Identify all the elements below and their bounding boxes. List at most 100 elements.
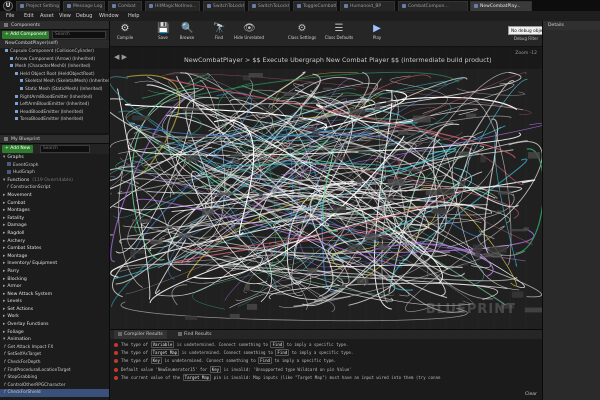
graph-node[interactable] — [258, 191, 263, 196]
graph-node[interactable] — [185, 315, 198, 320]
class-settings-button[interactable]: ⚙ Class Settings — [286, 22, 318, 45]
graph-node[interactable] — [312, 130, 319, 137]
function-category[interactable]: ▸ Movement — [0, 192, 109, 200]
graph-node[interactable] — [162, 226, 173, 229]
graph-node[interactable] — [245, 284, 250, 291]
graph-node[interactable] — [293, 115, 300, 118]
component-row[interactable]: LeftArmBloodEmitter (Inherited) — [0, 101, 109, 109]
graph-node[interactable] — [229, 313, 240, 319]
graph-node[interactable] — [182, 108, 200, 112]
graph-node[interactable] — [189, 134, 207, 138]
component-row[interactable]: TorsoBloodEmitter (Inherited) — [0, 116, 109, 124]
function-category[interactable]: ▸ Fatality — [0, 215, 109, 223]
graph-node[interactable] — [472, 244, 483, 252]
pin-link[interactable]: Find — [270, 341, 285, 348]
function-category[interactable]: ▸ Parry — [0, 268, 109, 276]
graph-node[interactable] — [425, 189, 439, 196]
graph-item[interactable]: HudGraph — [0, 169, 109, 177]
hide-unrelated-button[interactable]: 👁 Hide Unrelated — [232, 22, 266, 45]
graph-node[interactable] — [386, 101, 395, 104]
graph-node[interactable] — [458, 151, 469, 156]
play-button[interactable]: ▶ Play — [366, 22, 388, 45]
tab-0[interactable]: Project Settings — [16, 1, 60, 11]
menu-view[interactable]: View — [59, 11, 71, 21]
function-category[interactable]: ▸ Inventory/ Equipment — [0, 260, 109, 268]
clear-button[interactable]: Clear — [525, 392, 537, 397]
function-category[interactable]: ▸ Montages — [0, 207, 109, 215]
component-row[interactable]: Held Object Root (HeldObjectRoot) — [0, 71, 109, 79]
engine-logo-icon[interactable]: U — [3, 1, 13, 11]
graph-node[interactable] — [307, 267, 317, 274]
function-item[interactable]: f ConstructionScript — [0, 184, 109, 192]
pin-link[interactable]: Key — [209, 365, 222, 373]
graph-node[interactable] — [496, 210, 503, 213]
menu-asset[interactable]: Asset — [40, 11, 54, 21]
compile-button[interactable]: ⚙ Compile — [112, 22, 138, 45]
function-category[interactable]: ▸ Overlay Functions — [0, 321, 109, 329]
add-new-button[interactable]: + Add New — [2, 145, 34, 153]
graph-node[interactable] — [153, 227, 158, 231]
function-category[interactable]: ▸ Levels — [0, 298, 109, 306]
pin-link[interactable]: Key — [150, 357, 162, 365]
function-category[interactable]: ▸ Armor — [0, 283, 109, 291]
my-blueprint-search-input[interactable]: Search — [40, 145, 90, 153]
graph-node[interactable] — [483, 252, 502, 258]
tab-2[interactable]: Combat — [108, 1, 142, 11]
component-row[interactable]: RightArmBloodEmitter (Inherited) — [0, 94, 109, 102]
graph-node[interactable] — [433, 209, 447, 215]
functions-category[interactable]: ▾ Functions (119 Overridable) — [0, 177, 109, 185]
animation-function-item[interactable]: f ControlOtherRPGCharacter — [0, 382, 109, 390]
graph-node[interactable] — [523, 227, 529, 231]
event-graph-canvas[interactable]: ◀ ▶ NewCombatPlayer > $$ Execute Ubergra… — [110, 47, 542, 329]
function-category[interactable]: ▾ Animation — [0, 336, 109, 344]
function-category[interactable]: ▸ Combat States — [0, 245, 109, 253]
tab-7[interactable]: Humanoid_BP — [340, 1, 395, 11]
graph-node[interactable] — [232, 160, 240, 163]
menu-debug[interactable]: Debug — [76, 11, 92, 21]
browse-button[interactable]: 🔍 Browse — [176, 22, 198, 45]
graph-node[interactable] — [463, 262, 468, 266]
graph-node[interactable] — [322, 87, 332, 90]
function-category[interactable]: ▸ Montage — [0, 253, 109, 261]
graph-node[interactable] — [436, 188, 455, 196]
graph-node[interactable] — [347, 244, 363, 251]
component-row[interactable]: HeadBloodEmitter (Inherited) — [0, 109, 109, 117]
pin-link[interactable]: Target Map — [150, 349, 180, 357]
tab-6[interactable]: ToggleCombatM... — [293, 1, 337, 11]
graph-node[interactable] — [413, 115, 431, 123]
tab-8[interactable]: CombatCompon... — [398, 1, 468, 11]
find-button[interactable]: 🔭 Find — [208, 22, 230, 45]
graph-nav-arrows-icon[interactable]: ◀ ▶ — [114, 53, 127, 61]
graph-node[interactable] — [158, 142, 166, 146]
graph-node[interactable] — [246, 303, 258, 310]
component-row[interactable]: Static Mesh (StaticMesh) (Inherited) — [0, 86, 109, 94]
component-row[interactable]: Skeletal Mesh (SkeletalMesh) (Inherited) — [0, 78, 109, 86]
graph-node[interactable] — [407, 168, 423, 172]
function-category[interactable]: ▸ Combat — [0, 200, 109, 208]
graph-node[interactable] — [527, 152, 540, 159]
graph-node[interactable] — [339, 285, 346, 289]
menu-window[interactable]: Window — [99, 11, 119, 21]
graph-node[interactable] — [248, 73, 263, 78]
details-tab[interactable]: Details — [543, 21, 600, 30]
graph-node[interactable] — [489, 246, 507, 253]
animation-function-item[interactable]: f CheckForDepth — [0, 359, 109, 367]
self-component-row[interactable]: NewCombatPlayer(self) — [0, 40, 109, 48]
graph-node[interactable] — [150, 239, 163, 245]
graph-node[interactable] — [406, 132, 416, 136]
tab-9[interactable]: NewCombatPlay... — [470, 1, 532, 11]
tab-1[interactable]: Message Log — [63, 1, 105, 11]
graph-node[interactable] — [386, 196, 393, 201]
function-category[interactable]: ▸ Foliage — [0, 329, 109, 337]
component-row[interactable]: Capsule Component (CollisionCylinder) — [0, 48, 109, 56]
graph-node[interactable] — [511, 291, 524, 298]
component-row[interactable]: Mesh (CharacterMesh0) (Inherited) — [0, 63, 109, 71]
animation-function-item[interactable]: f StopGrabbing — [0, 374, 109, 382]
graph-node[interactable] — [466, 113, 477, 118]
graph-node[interactable] — [480, 156, 486, 163]
function-category[interactable]: ▸ Archery — [0, 238, 109, 246]
results-tab-1[interactable]: Find Results — [174, 330, 215, 339]
pin-link[interactable]: Find — [275, 349, 290, 357]
function-category[interactable]: ▸ Blocking — [0, 276, 109, 284]
graph-node[interactable] — [475, 250, 481, 258]
